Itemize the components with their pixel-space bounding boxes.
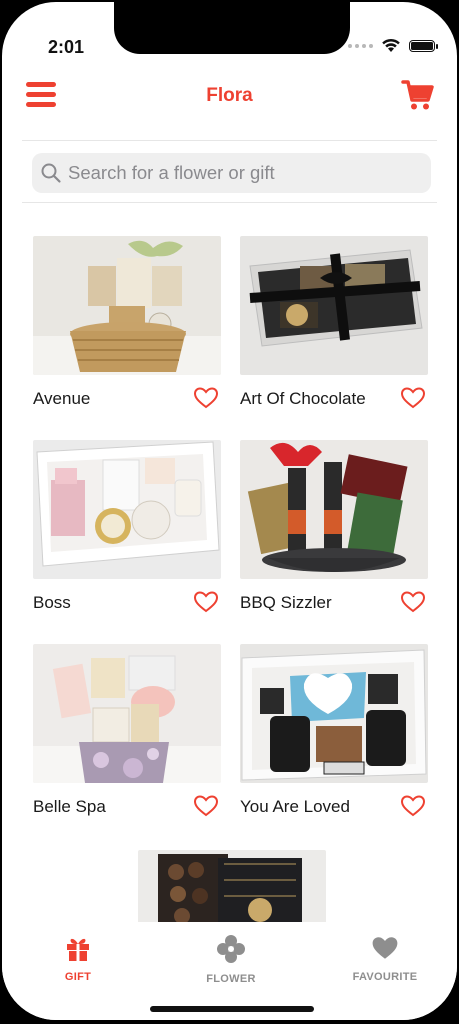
product-name: You Are Loved (240, 797, 350, 816)
search-bar[interactable] (32, 153, 431, 193)
favorite-heart-icon[interactable] (193, 386, 219, 410)
product-image[interactable] (240, 236, 428, 375)
app-title: Flora (206, 85, 253, 106)
wifi-icon (382, 38, 400, 52)
cellular-signal-icon (348, 43, 373, 48)
device-frame: 2:01 Flora Search for a flower or gift A… (0, 0, 459, 1024)
product-name: Boss (33, 593, 71, 612)
favorite-heart-icon[interactable] (193, 590, 219, 614)
tab-label: FLOWER (206, 973, 256, 985)
tab-gift[interactable]: GIFT (28, 934, 128, 983)
tab-label: GIFT (64, 971, 92, 983)
search-divider (22, 202, 437, 203)
product-card[interactable]: Art Of Chocolate (240, 236, 430, 409)
search-input[interactable] (66, 161, 410, 185)
product-image[interactable] (33, 644, 221, 783)
search-icon (41, 163, 61, 183)
product-card[interactable]: Belle Spa (33, 644, 223, 817)
product-card[interactable]: Avenue (33, 236, 223, 409)
heart-icon (372, 937, 398, 959)
home-indicator[interactable] (150, 1006, 314, 1012)
product-image[interactable] (138, 850, 326, 930)
product-image[interactable] (33, 440, 221, 579)
header-divider (22, 140, 437, 141)
device-notch (114, 2, 350, 54)
favorite-heart-icon[interactable] (193, 794, 219, 818)
favorite-heart-icon[interactable] (400, 794, 426, 818)
gift-icon (67, 938, 89, 961)
status-time: 2:01 (48, 37, 85, 57)
bottom-tab-bar: GIFT FLOWER FAVOURITE (2, 922, 457, 1020)
product-name: Belle Spa (33, 797, 106, 816)
product-image[interactable] (240, 440, 428, 579)
product-name: BBQ Sizzler (240, 593, 332, 612)
favorite-heart-icon[interactable] (400, 386, 426, 410)
status-icons (348, 38, 438, 53)
tab-flower[interactable]: FLOWER (181, 934, 281, 985)
product-card[interactable]: BBQ Sizzler (240, 440, 430, 613)
product-image[interactable] (33, 236, 221, 375)
favorite-heart-icon[interactable] (400, 590, 426, 614)
product-name: Art Of Chocolate (240, 389, 366, 408)
app-screen: 2:01 Flora Search for a flower or gift A… (2, 2, 457, 1020)
tab-label: FAVOURITE (352, 971, 418, 983)
flower-icon (217, 935, 245, 963)
battery-icon (409, 39, 438, 52)
cart-button[interactable] (401, 78, 435, 112)
tab-favourite[interactable]: FAVOURITE (335, 934, 435, 983)
product-name: Avenue (33, 389, 91, 408)
product-card[interactable]: You Are Loved (240, 644, 430, 817)
product-card[interactable]: Boss (33, 440, 223, 613)
product-image[interactable] (240, 644, 428, 783)
